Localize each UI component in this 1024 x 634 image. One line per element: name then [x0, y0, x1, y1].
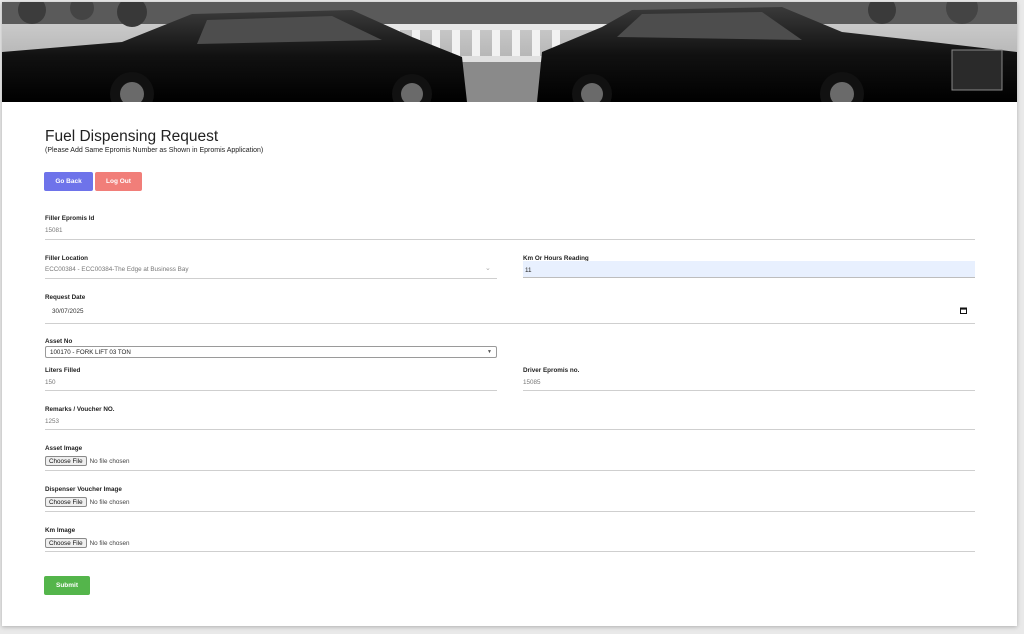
- liters-filled-underline: [45, 390, 497, 391]
- asset-image-file-status: No file chosen: [89, 457, 130, 465]
- dispenser-voucher-image-label: Dispenser Voucher Image: [45, 486, 122, 493]
- remarks-underline: [45, 429, 975, 430]
- log-out-button[interactable]: Log Out: [95, 172, 142, 191]
- km-hours-input[interactable]: [523, 261, 975, 278]
- filler-epromis-id-underline: [45, 239, 975, 240]
- km-image-label: Km Image: [45, 527, 76, 534]
- km-hours-value: 11: [525, 267, 532, 274]
- request-date-input[interactable]: 30/07/2025: [52, 308, 84, 315]
- remarks-input[interactable]: 1253: [45, 418, 59, 425]
- km-image-choose-file-button[interactable]: Choose File: [45, 538, 87, 548]
- dispenser-voucher-choose-file-button[interactable]: Choose File: [45, 497, 87, 507]
- asset-image-underline: [45, 470, 975, 471]
- liters-filled-input[interactable]: 150: [45, 379, 56, 386]
- filler-location-underline: [45, 278, 497, 279]
- dispenser-voucher-file-status: No file chosen: [89, 498, 130, 506]
- calendar-icon[interactable]: [960, 307, 967, 314]
- km-image-file-status: No file chosen: [89, 539, 130, 547]
- km-image-underline: [45, 551, 975, 552]
- filler-epromis-id-label: Filler Epromis Id: [45, 215, 95, 222]
- liters-filled-label: Liters Filled: [45, 367, 81, 374]
- page-subtitle: (Please Add Same Epromis Number as Shown…: [45, 147, 264, 154]
- asset-image-choose-file-button[interactable]: Choose File: [45, 456, 87, 466]
- page-title: Fuel Dispensing Request: [45, 128, 219, 145]
- chevron-down-icon[interactable]: ⌄: [485, 264, 491, 272]
- remarks-label: Remarks / Voucher NO.: [45, 406, 115, 413]
- dispenser-voucher-image-file-input[interactable]: Choose File No file chosen: [45, 497, 130, 507]
- filler-location-select[interactable]: ECC00384 - ECC00384-The Edge at Business…: [45, 266, 189, 273]
- asset-image-file-input[interactable]: Choose File No file chosen: [45, 456, 130, 466]
- driver-epromis-underline: [523, 390, 975, 391]
- dispenser-voucher-underline: [45, 511, 975, 512]
- header-banner-image: [2, 2, 1017, 102]
- caret-down-icon: ▼: [487, 349, 492, 355]
- filler-location-label: Filler Location: [45, 255, 89, 262]
- asset-no-label: Asset No: [45, 338, 73, 345]
- form-card: Fuel Dispensing Request (Please Add Same…: [2, 2, 1017, 626]
- request-date-underline: [45, 323, 975, 324]
- asset-image-label: Asset Image: [45, 445, 83, 452]
- driver-epromis-input[interactable]: 15085: [523, 379, 541, 386]
- asset-no-select[interactable]: 100170 - FORK LIFT 03 TON ▼: [45, 346, 497, 358]
- request-date-label: Request Date: [45, 294, 86, 301]
- submit-button[interactable]: Submit: [44, 576, 90, 595]
- filler-epromis-id-input[interactable]: 15081: [45, 227, 63, 234]
- driver-epromis-label: Driver Epromis no.: [523, 367, 580, 374]
- go-back-button[interactable]: Go Back: [44, 172, 93, 191]
- asset-no-selected-value: 100170 - FORK LIFT 03 TON: [50, 349, 131, 356]
- km-image-file-input[interactable]: Choose File No file chosen: [45, 538, 130, 548]
